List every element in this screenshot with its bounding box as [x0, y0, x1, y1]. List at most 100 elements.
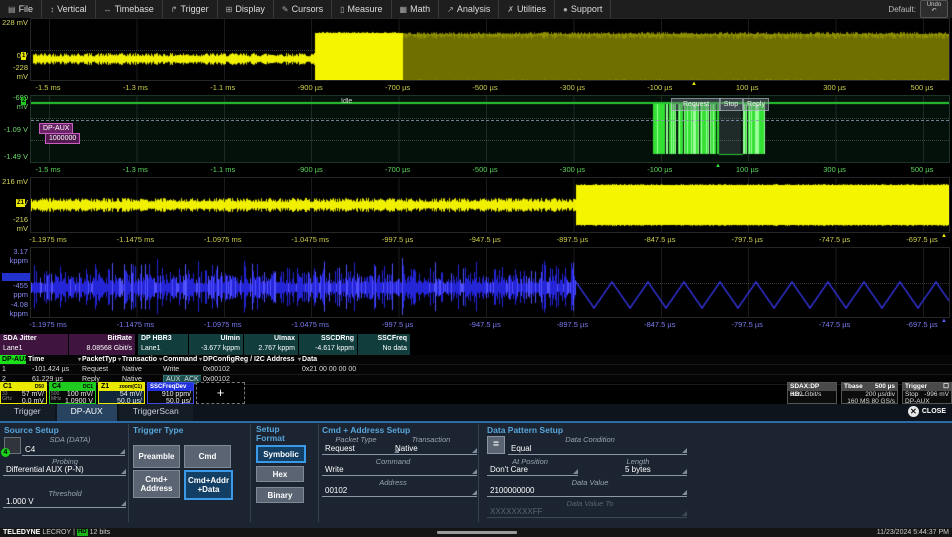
data-condition-field[interactable]: Equal — [508, 444, 687, 455]
bus-value[interactable]: 1000000 — [45, 133, 80, 144]
menu-vertical[interactable]: ↕Vertical — [42, 0, 96, 18]
cmd-addr-data-button[interactable]: Cmd+Addr +Data — [184, 470, 233, 500]
decode-stop-box[interactable]: Stop — [719, 98, 743, 111]
menu-math[interactable]: ▦Math — [392, 0, 440, 18]
tbase-value: 500 µs — [875, 383, 895, 391]
menu-measure[interactable]: ▯Measure — [332, 0, 391, 18]
decode-col-address[interactable]: ▾DPConfigReg / I2C Address — [197, 355, 296, 364]
packet-type-field[interactable]: Request — [322, 444, 399, 455]
trigger-infobox[interactable]: Trigger☐ Stop -996 mVDP-AUX — [902, 382, 952, 404]
axis-tick: -1.1975 ms — [29, 320, 67, 329]
sscfreqdev-descriptor[interactable]: SSCFreqDev 910 ppm/50.0 µs/ — [147, 382, 194, 404]
axis-tick: -847.5 µs — [644, 235, 675, 244]
trigger-time-marker[interactable]: ▲ — [715, 163, 721, 169]
menu-timebase[interactable]: ↔Timebase — [96, 0, 163, 18]
decode-col-packettype[interactable]: ▾PacketType — [76, 355, 116, 364]
oscilloscope-screen: ▤File ↕Vertical ↔Timebase ↱Trigger ⊞Disp… — [0, 0, 952, 537]
measure-dp-cell[interactable]: DP HBR3 Lane1 — [138, 334, 189, 355]
sort-icon: ▾ — [298, 357, 301, 363]
math-icon: ▦ — [400, 5, 408, 14]
infobox-title: Tbase — [844, 383, 863, 391]
timebase-infobox[interactable]: Tbase500 µs 200 µs/div160 MS 80 GS/s — [841, 382, 898, 404]
z1-trace-badge[interactable]: Z1 — [16, 199, 25, 207]
measure-sscfreq-cell[interactable]: SSCFreq No data — [358, 334, 411, 355]
axis-tick: -700 µs — [385, 165, 410, 174]
command-field[interactable]: Write — [322, 465, 477, 476]
hex-button[interactable]: Hex — [256, 466, 304, 482]
tab-triggerscan[interactable]: TriggerScan — [119, 404, 193, 421]
add-trace-button[interactable]: + — [196, 382, 245, 404]
measure-uimin-cell[interactable]: UImin -3.677 kppm — [189, 334, 244, 355]
decode-col-data[interactable]: ▾Data — [296, 355, 952, 364]
transaction-field[interactable]: Native — [392, 444, 477, 455]
undo-button[interactable]: Undo↶ — [920, 0, 948, 18]
menu-support[interactable]: ●Support — [555, 0, 611, 18]
measure-sscdrng-cell[interactable]: SSCDRng -4.617 kppm — [299, 334, 358, 355]
z1-descriptor[interactable]: Z1zoom(C1) 54 mV/50.0 µs/ — [98, 382, 145, 404]
source-channel-button[interactable]: 4 — [4, 437, 21, 454]
plot-c4[interactable]: Idle Request Stop Reply DP-AUX 1000000 — [30, 95, 950, 163]
ssc-waveform — [31, 248, 949, 317]
at-position-field[interactable]: Don't Care — [487, 465, 578, 476]
taskbar-handle[interactable] — [437, 531, 517, 534]
decode-reply-box[interactable]: Reply — [743, 98, 769, 111]
length-field[interactable]: 5 bytes — [622, 465, 687, 476]
plot-c1-row: 228 mV 0 V -228 mV 1 — [0, 18, 952, 81]
vdiv: 100 mV/ — [67, 391, 93, 398]
plot-ssc[interactable] — [30, 247, 950, 318]
data-value-field[interactable]: 2100000000 — [487, 486, 687, 497]
tab-trigger[interactable]: Trigger — [0, 404, 55, 421]
sdax-infobox[interactable]: SDAX:DP HB... 8.09 Gbit/s — [787, 382, 837, 404]
preamble-button[interactable]: Preamble — [133, 445, 180, 468]
brand-logo: TELEDYNE LECROY | HD 12 bits — [0, 529, 110, 536]
threshold-field[interactable]: 1.000 V — [3, 497, 126, 508]
c1-trace-badge[interactable]: 1 — [21, 52, 26, 60]
cmd-button[interactable]: Cmd — [184, 445, 231, 468]
axis-tick: -500 µs — [472, 165, 497, 174]
bits-label: 12 bits — [90, 529, 111, 536]
c4-trace-badge[interactable]: 2 — [21, 97, 26, 105]
tab-dp-aux[interactable]: DP-AUX — [57, 404, 117, 421]
decode-protocol-badge[interactable]: DP-AUX — [0, 355, 26, 364]
close-dialog-button[interactable]: ✕ CLOSE — [908, 406, 946, 417]
equal-condition-button[interactable]: = — [487, 436, 505, 454]
decode-request-box[interactable]: Request — [671, 98, 721, 111]
xaxis-c1: ▲ -1.5 ms-1.3 ms-1.1 ms-900 µs-700 µs-50… — [0, 81, 952, 95]
measure-jitter-cell[interactable]: SDA Jitter Lane1 — [0, 334, 69, 355]
timebase-icon: ↔ — [104, 5, 112, 14]
measure-uimax-cell[interactable]: UImax 2.767 kppm — [244, 334, 299, 355]
menu-cursors[interactable]: ✎Cursors — [274, 0, 332, 18]
symbolic-button[interactable]: Symbolic — [256, 445, 306, 463]
decode-col-command[interactable]: ▾Command — [157, 355, 197, 364]
menu-display[interactable]: ⊞Display — [218, 0, 274, 18]
axis-tick: -1.1975 ms — [29, 235, 67, 244]
probing-field[interactable]: Differential AUX (P-N) — [3, 465, 126, 476]
axis-tick: 300 µs — [823, 83, 846, 92]
decode-col-time[interactable]: Time — [26, 355, 76, 364]
measure-label: SSCFreq — [361, 334, 407, 344]
menu-file[interactable]: ▤File — [0, 0, 42, 18]
plot-c4-row: -690 mV -1.09 V -1.49 V 2 Idle Request S… — [0, 95, 952, 163]
decode-row-1[interactable]: 1 -101.424 µs Request Native Write 0x001… — [0, 365, 952, 375]
status-bar: TELEDYNE LECROY | HD 12 bits 11/23/2024 … — [0, 528, 952, 537]
c1-ybot-label: -228 mV — [0, 63, 28, 81]
plot-c1[interactable] — [30, 18, 950, 81]
cmd-address-button[interactable]: Cmd+ Address — [133, 470, 180, 498]
c1-descriptor[interactable]: C1D50 33GHz 57 mV/0.0 mV — [0, 382, 47, 404]
trigger-type-title: Trigger Type — [133, 425, 183, 435]
measure-label: UImin — [192, 334, 240, 344]
measure-value: 8.08568 Gbit/s — [72, 344, 132, 354]
decode-col-transaction[interactable]: ▾Transaction — [116, 355, 157, 364]
menu-analysis[interactable]: ↗Analysis — [439, 0, 499, 18]
binary-button[interactable]: Binary — [256, 487, 304, 503]
col-label: Command — [163, 356, 197, 363]
measure-bitrate-cell[interactable]: BitRate 8.08568 Gbit/s — [69, 334, 136, 355]
sda-source-field[interactable]: C4 — [22, 445, 125, 456]
trigger-time-marker[interactable]: ▲ — [691, 81, 697, 87]
ssc-trace-marker[interactable] — [2, 273, 30, 281]
menu-utilities[interactable]: ✗Utilities — [499, 0, 555, 18]
c4-descriptor[interactable]: C4DC1 500MHz 100 mV/1.0900 V — [49, 382, 96, 404]
plot-z1[interactable] — [30, 177, 950, 233]
address-field[interactable]: 00102 — [322, 486, 477, 497]
menu-trigger[interactable]: ↱Trigger — [163, 0, 218, 18]
